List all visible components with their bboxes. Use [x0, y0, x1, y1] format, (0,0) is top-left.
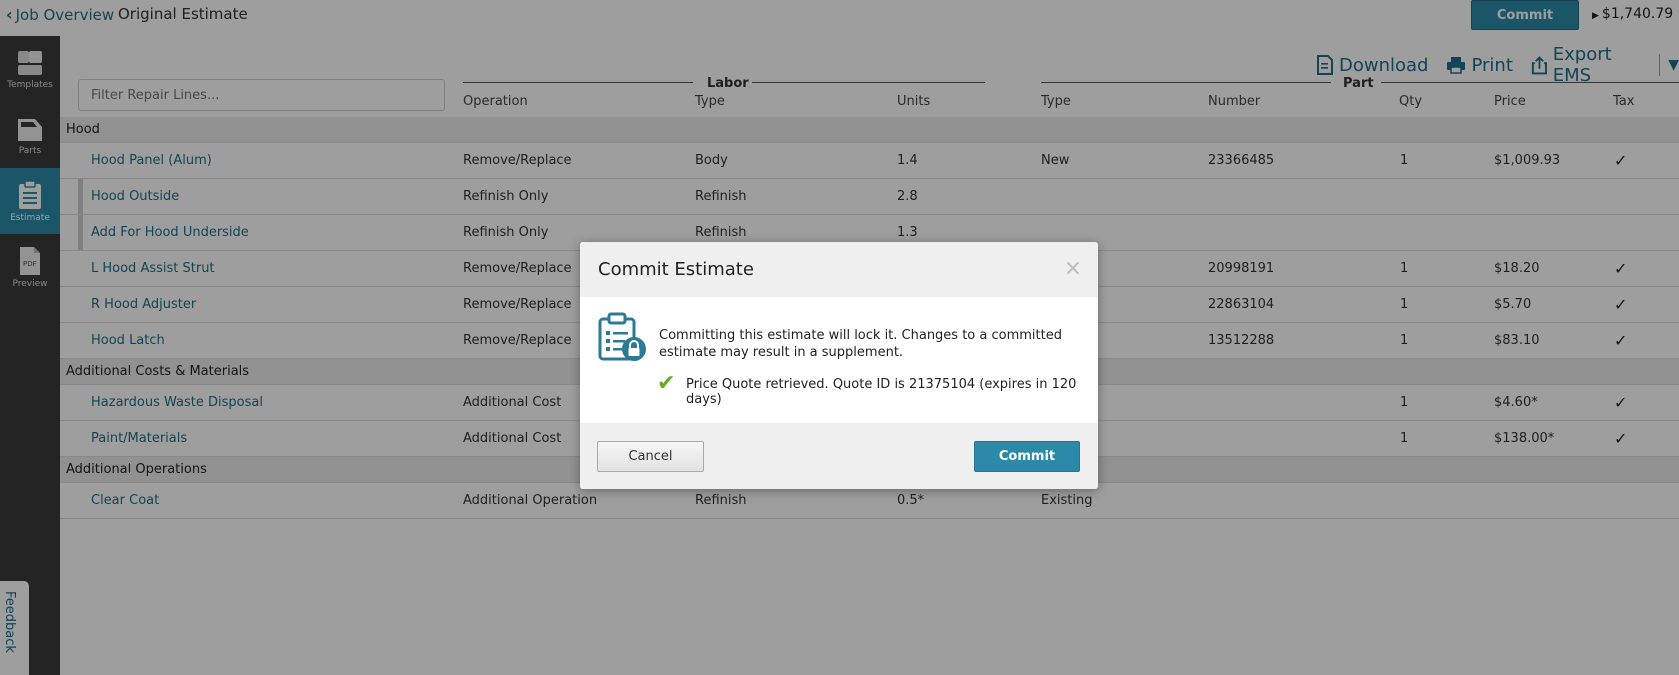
dialog-footer: Cancel Commit: [580, 423, 1098, 489]
dialog-header: Commit Estimate ×: [580, 242, 1098, 297]
commit-estimate-dialog: Commit Estimate × Committing this estima…: [580, 242, 1098, 489]
clipboard-lock-icon: [598, 312, 646, 361]
dialog-title: Commit Estimate: [598, 259, 754, 280]
dialog-message: Committing this estimate will lock it. C…: [659, 328, 1062, 360]
price-quote-status: Price Quote retrieved. Quote ID is 21375…: [686, 377, 1077, 407]
dialog-body: Committing this estimate will lock it. C…: [580, 297, 1098, 423]
checkmark-icon: ✔: [657, 371, 676, 396]
commit-button[interactable]: Commit: [974, 441, 1080, 472]
cancel-button[interactable]: Cancel: [597, 441, 704, 472]
close-icon[interactable]: ×: [1064, 256, 1082, 281]
